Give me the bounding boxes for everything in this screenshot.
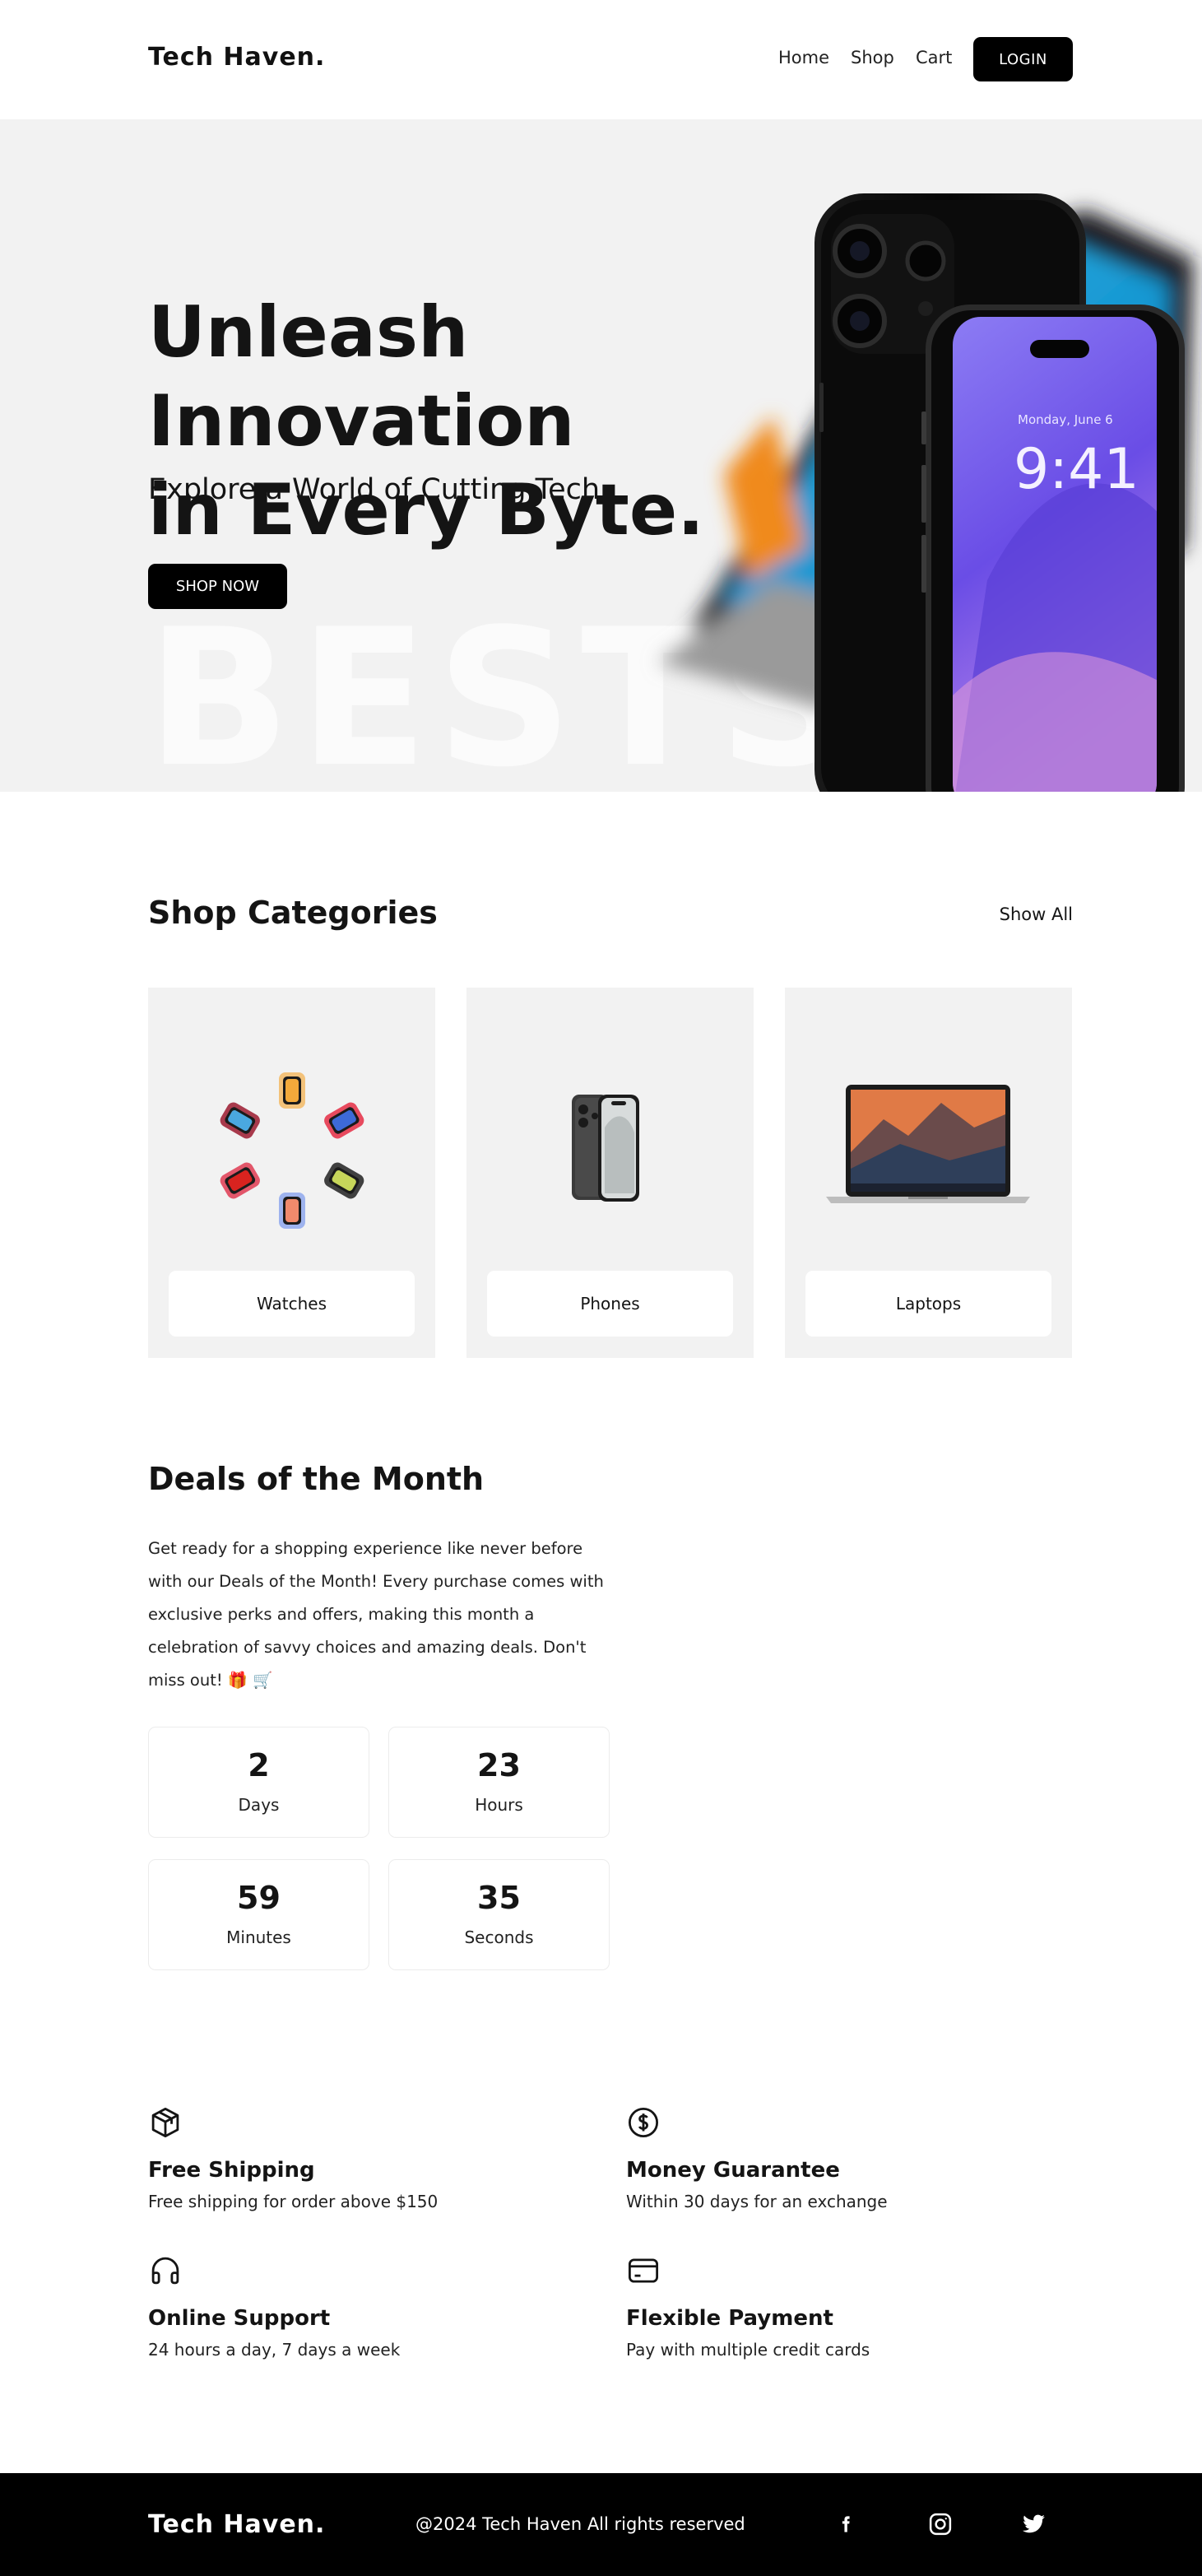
watches-image xyxy=(220,1072,364,1229)
twitter-icon[interactable] xyxy=(1019,2509,1049,2539)
feature-online-support: Online Support 24 hours a day, 7 days a … xyxy=(148,2253,576,2385)
categories-title: Shop Categories xyxy=(148,895,438,931)
site-logo[interactable]: Tech Haven. xyxy=(148,43,325,72)
deals-description: Get ready for a shopping experience like… xyxy=(148,1539,604,1690)
deals-title: Deals of the Month xyxy=(148,1461,485,1497)
headphones-icon xyxy=(151,2257,179,2285)
countdown-value: 59 xyxy=(237,1880,281,1916)
feature-title: Money Guarantee xyxy=(626,2158,840,2183)
site-header: Tech Haven. Home Shop Cart LOGIN xyxy=(0,0,1202,119)
category-card-laptops[interactable]: Laptops xyxy=(785,988,1072,1358)
countdown-hours: 23 Hours xyxy=(388,1727,610,1838)
nav-home[interactable]: Home xyxy=(778,48,829,67)
footer-logo[interactable]: Tech Haven. xyxy=(148,2510,325,2539)
feature-free-shipping: Free Shipping Free shipping for order ab… xyxy=(148,2105,576,2237)
facebook-icon[interactable] xyxy=(831,2509,861,2539)
countdown-value: 35 xyxy=(477,1880,521,1916)
countdown-seconds: 35 Seconds xyxy=(388,1859,610,1970)
feature-title: Online Support xyxy=(148,2306,331,2331)
countdown-unit: Minutes xyxy=(226,1927,291,1947)
shop-now-button[interactable]: SHOP NOW xyxy=(148,564,287,609)
hero-banner: BESTS Monday, June 6 9:41 Unleash Innova… xyxy=(0,119,1202,792)
package-icon xyxy=(151,2107,179,2138)
feature-title: Free Shipping xyxy=(148,2158,315,2183)
hero-title-line-1: Unleash Innovation xyxy=(148,291,575,463)
countdown-minutes: 59 Minutes xyxy=(148,1859,369,1970)
hero-title: Unleash Innovation in Every Byte. xyxy=(148,288,823,555)
phone-date: Monday, June 6 xyxy=(1018,412,1113,427)
nav-cart[interactable]: Cart xyxy=(916,48,952,67)
feature-description: Within 30 days for an exchange xyxy=(626,2192,888,2211)
countdown-days: 2 Days xyxy=(148,1727,369,1838)
countdown-value: 23 xyxy=(477,1747,521,1783)
countdown-value: 2 xyxy=(248,1747,270,1783)
countdown-unit: Days xyxy=(238,1795,280,1815)
login-button[interactable]: LOGIN xyxy=(973,37,1073,81)
laptops-image xyxy=(826,1085,1030,1203)
feature-description: Free shipping for order above $150 xyxy=(148,2192,439,2211)
copyright-text: @2024 Tech Haven All rights reserved xyxy=(415,2514,745,2534)
countdown-unit: Seconds xyxy=(464,1927,534,1947)
feature-description: 24 hours a day, 7 days a week xyxy=(148,2340,401,2360)
countdown-unit: Hours xyxy=(475,1795,523,1815)
credit-card-icon xyxy=(628,2258,659,2283)
category-label-phones[interactable]: Phones xyxy=(487,1271,733,1337)
phones-image xyxy=(572,1095,639,1202)
show-all-link[interactable]: Show All xyxy=(1000,904,1073,924)
phone-time: 9:41 xyxy=(1014,437,1139,502)
feature-flexible-payment: Flexible Payment Pay with multiple credi… xyxy=(626,2253,1054,2385)
category-label-laptops[interactable]: Laptops xyxy=(805,1271,1051,1337)
category-card-phones[interactable]: Phones xyxy=(466,988,754,1358)
feature-money-guarantee: Money Guarantee Within 30 days for an ex… xyxy=(626,2105,1054,2237)
nav-shop[interactable]: Shop xyxy=(851,48,894,67)
instagram-icon[interactable] xyxy=(926,2509,955,2539)
dollar-coin-icon xyxy=(628,2107,659,2138)
hero-subtitle: Explore a World of Cutting Tech xyxy=(148,473,601,506)
site-footer: Tech Haven. @2024 Tech Haven All rights … xyxy=(0,2473,1202,2576)
category-label-watches[interactable]: Watches xyxy=(169,1271,415,1337)
feature-title: Flexible Payment xyxy=(626,2306,833,2331)
category-card-watches[interactable]: Watches xyxy=(148,988,435,1358)
feature-description: Pay with multiple credit cards xyxy=(626,2340,870,2360)
